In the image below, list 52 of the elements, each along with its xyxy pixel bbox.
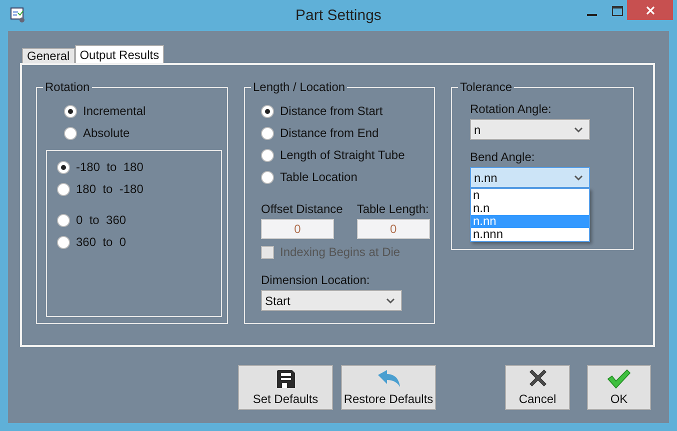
minimize-icon[interactable] bbox=[587, 14, 597, 18]
radio-label: Length of Straight Tube bbox=[280, 148, 405, 162]
dialog-button[interactable]: Set Defaults bbox=[238, 365, 333, 410]
radio-label: 180 to -180 bbox=[76, 182, 144, 196]
list-item[interactable]: n bbox=[471, 189, 589, 202]
radio-label: Distance from End bbox=[280, 126, 379, 140]
field-label: Bend Angle: bbox=[470, 150, 536, 164]
chevron-down-icon bbox=[574, 174, 583, 180]
radio-button[interactable] bbox=[261, 170, 274, 184]
radio-label: Absolute bbox=[83, 126, 130, 140]
checkbox-label: Indexing Begins at Die bbox=[280, 245, 400, 259]
list-item[interactable]: n.n bbox=[471, 202, 589, 215]
chevron-down-icon bbox=[574, 126, 583, 132]
radio-button[interactable] bbox=[57, 160, 70, 174]
radio-label: 360 to 0 bbox=[76, 235, 126, 249]
radio-label: Incremental bbox=[83, 104, 146, 118]
curved-arrow-icon bbox=[376, 369, 402, 389]
dropdown[interactable]: n.nn bbox=[470, 167, 590, 188]
tab[interactable]: Output Results bbox=[74, 45, 164, 63]
dialog-button[interactable]: Cancel bbox=[505, 365, 570, 410]
radio-label: -180 to 180 bbox=[76, 160, 144, 174]
close-button[interactable] bbox=[627, 0, 673, 20]
radio-button[interactable] bbox=[261, 126, 274, 140]
dialog-button[interactable]: OK bbox=[587, 365, 651, 410]
field-label: Rotation Angle: bbox=[470, 102, 552, 116]
window-title: Part Settings bbox=[296, 7, 382, 24]
close-icon bbox=[646, 6, 654, 14]
radio-button[interactable] bbox=[57, 182, 70, 196]
field-label: Table Length: bbox=[356, 202, 430, 216]
maximize-icon[interactable] bbox=[612, 6, 623, 16]
radio-label: 0 to 360 bbox=[76, 213, 126, 227]
dropdown[interactable]: n bbox=[470, 119, 590, 140]
field-label: Offset Distance bbox=[261, 202, 343, 216]
radio-button[interactable] bbox=[64, 104, 77, 118]
chevron-down-icon bbox=[386, 298, 395, 304]
tab[interactable]: General bbox=[22, 48, 75, 63]
radio-button[interactable] bbox=[57, 236, 70, 248]
list-item[interactable]: n.nnn bbox=[471, 228, 589, 241]
group-title: Rotation bbox=[44, 80, 91, 94]
settings-window-icon bbox=[10, 7, 26, 23]
radio-label: Distance from Start bbox=[280, 104, 383, 118]
group-title: Tolerance bbox=[459, 80, 514, 94]
dialog-button[interactable]: Restore Defaults bbox=[341, 365, 436, 410]
radio-button[interactable] bbox=[64, 126, 77, 140]
check-icon bbox=[607, 369, 631, 389]
group-title: Length / Location bbox=[252, 80, 346, 94]
radio-button[interactable] bbox=[57, 214, 70, 226]
radio-label: Table Location bbox=[280, 170, 358, 184]
dropdown[interactable]: Start bbox=[261, 290, 402, 311]
radio-button[interactable] bbox=[261, 104, 274, 118]
radio-button[interactable] bbox=[261, 148, 274, 162]
field-label: Dimension Location: bbox=[261, 273, 371, 287]
